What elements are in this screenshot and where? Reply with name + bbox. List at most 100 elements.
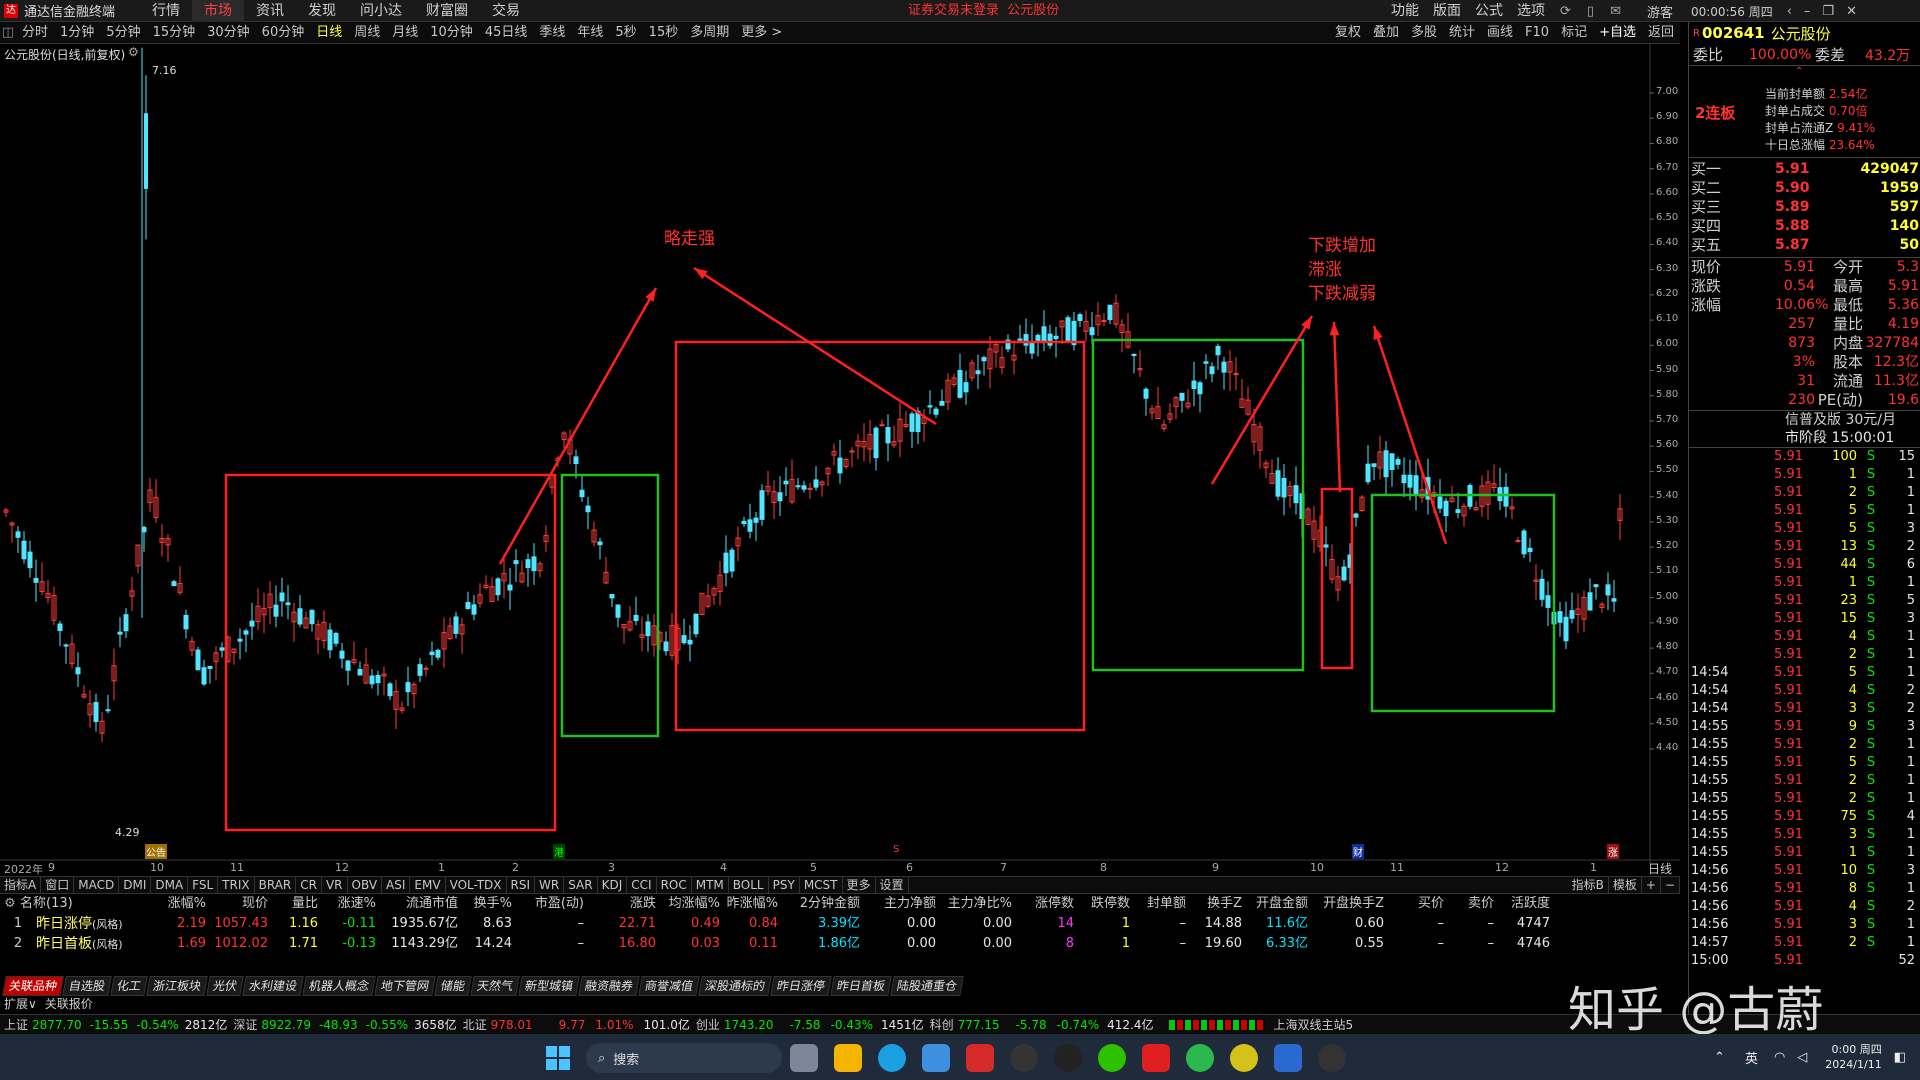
sector-tab[interactable]: 关联品种 [2,976,64,996]
table-header-cell[interactable]: 量比 [268,894,318,914]
bid-row[interactable]: 买四 5.88 140 [1689,217,1920,236]
promo-row[interactable]: 信普及版 30元/月 [1689,410,1920,429]
indicator-tab[interactable]: 指标A [0,876,42,894]
expand-icon[interactable]: ⌃ [1795,66,1803,77]
indicator-tab[interactable]: DMA [151,876,189,894]
tool-diejia[interactable]: 叠加 [1367,22,1405,44]
indicator-tab[interactable]: ROC [657,876,692,894]
menu-item-caifuquan[interactable]: 财富圈 [414,0,480,22]
sector-tab[interactable]: 水利建设 [242,976,304,996]
restore-icon[interactable]: ❐ [1822,4,1834,19]
tool-f10[interactable]: F10 [1519,22,1555,44]
menu-item-shichang[interactable]: 市场 [192,0,244,22]
refresh-icon[interactable]: ⟳ [1560,4,1571,19]
taskbar-search[interactable]: ⌕ 搜索 [586,1043,782,1073]
tick-row[interactable]: 5.91 44 S 6 [1689,556,1920,574]
tool-tongji[interactable]: 统计 [1443,22,1481,44]
indicator-tab[interactable]: ASI [382,876,411,894]
tick-row[interactable]: 5.91 1 S 1 [1689,466,1920,484]
table-header-cell[interactable]: 涨幅% [150,894,206,914]
table-header-cell[interactable]: 跌停数 [1074,894,1130,914]
bid-row[interactable]: 买五 5.87 50 [1689,236,1920,255]
table-header-cell[interactable]: 开盘换手Z [1308,894,1384,914]
sector-tab[interactable]: 机器人概念 [302,976,376,996]
table-header-cell[interactable]: 涨停数 [1012,894,1074,914]
subtab-expand[interactable]: 扩展∨ [0,995,41,1012]
table-header-cell[interactable]: 主力净比% [936,894,1012,914]
tick-list[interactable]: 5.91 100 S 15 5.91 1 S 1 5.91 2 S 1 5.91 5 S 1 5.91 5 S 3 5.… [1689,448,1920,970]
table-header-cell[interactable]: 封单额 [1130,894,1186,914]
indicator-tab[interactable]: RSI [507,876,536,894]
chart-canvas[interactable] [0,44,1680,864]
tick-row[interactable]: 14:55 5.91 3 S 1 [1689,826,1920,844]
file-explorer-icon[interactable] [834,1044,862,1072]
indicator-tab[interactable]: CCI [627,876,657,894]
indicator-right-tab[interactable]: 模板 [1609,876,1642,894]
marker-zhang[interactable]: 涨 [1607,844,1619,859]
indicator-tab[interactable]: MTM [692,876,729,894]
sector-tab[interactable]: 化工 [110,976,148,996]
blue-app-icon[interactable] [1274,1044,1302,1072]
table-header-cell[interactable]: 涨跌 [584,894,656,914]
period-5sec[interactable]: 5秒 [609,22,642,44]
table-header-cell[interactable]: 名称(13) [20,894,150,914]
panel-toggle-icon[interactable]: ◫ [0,25,16,40]
menu-gongneng[interactable]: 功能 [1384,0,1426,22]
table-row[interactable]: 2 昨日首板(风格) 1.69 1012.02 1.71 -0.13 1143.29亿 14.… [0,934,1680,954]
tdx-active-icon[interactable] [1142,1044,1170,1072]
indicator-right-tab[interactable]: 指标B [1568,876,1609,894]
table-header-cell[interactable]: 活跃度 [1494,894,1550,914]
table-header-cell[interactable]: 主力净额 [860,894,936,914]
tick-row[interactable]: 14:56 5.91 3 S 1 [1689,916,1920,934]
wechat-icon[interactable] [1098,1044,1126,1072]
notification-icon[interactable]: ◧ [1894,1050,1906,1065]
tick-row[interactable]: 14:55 5.91 5 S 1 [1689,754,1920,772]
indicator-tab[interactable]: 更多 [843,876,876,894]
indicator-tab[interactable]: 设置 [876,876,909,894]
sector-tab[interactable]: 陆股通重仓 [890,976,965,996]
table-header-cell[interactable]: 开盘金额 [1242,894,1308,914]
table-header-cell[interactable]: 换手% [458,894,512,914]
promo-text[interactable]: 信普及版 30元/月 [1785,411,1896,430]
sector-tab[interactable]: 昨日首板 [830,976,893,996]
indicator-tab[interactable]: MCST [800,876,843,894]
tick-row[interactable]: 14:55 5.91 75 S 4 [1689,808,1920,826]
tick-row[interactable]: 5.91 5 S 1 [1689,502,1920,520]
sector-tab[interactable]: 储能 [434,976,472,996]
bid-row[interactable]: 买三 5.89 597 [1689,198,1920,217]
period-5min[interactable]: 5分钟 [100,22,146,44]
minimize-icon[interactable]: – [1804,4,1811,19]
period-monthly[interactable]: 月线 [386,22,424,44]
tick-row[interactable]: 14:54 5.91 5 S 1 [1689,664,1920,682]
g-app-icon[interactable] [1010,1044,1038,1072]
marker-gang[interactable]: 港 [553,844,565,859]
cy-label[interactable]: 创业 [696,1016,720,1033]
indicator-tab[interactable]: FSL [188,876,219,894]
sector-tab[interactable]: 浙江板块 [146,976,208,996]
table-header-cell[interactable]: 均涨幅% [656,894,720,914]
qq2-icon[interactable] [1318,1044,1346,1072]
tool-zixuan[interactable]: +自选 [1593,22,1642,44]
subtab-related-quotes[interactable]: 关联报价 [41,995,97,1012]
tick-row[interactable]: 5.91 1 S 1 [1689,574,1920,592]
tick-row[interactable]: 5.91 13 S 2 [1689,538,1920,556]
user-label[interactable]: 游客 [1647,2,1673,21]
edge-browser-icon[interactable] [878,1044,906,1072]
speaker-icon[interactable]: ◁ [1797,1050,1807,1065]
menu-xuanxiang[interactable]: 选项 [1510,0,1552,22]
table-header-cell[interactable]: 2分钟金额 [778,894,860,914]
tick-row[interactable]: 14:54 5.91 4 S 2 [1689,682,1920,700]
indicator-tab[interactable]: TRIX [218,876,255,894]
menu-item-faxian[interactable]: 发现 [296,0,348,22]
table-header-cell[interactable]: 换手Z [1186,894,1242,914]
tray-clock[interactable]: 0:00 周四 2024/1/11 [1825,1042,1881,1072]
period-year[interactable]: 年线 [571,22,609,44]
table-header-cell[interactable]: 市盈(动) [512,894,584,914]
indicator-tab[interactable]: VR [322,876,348,894]
indicator-tab[interactable]: OBV [348,876,383,894]
table-header-cell[interactable]: 买价 [1384,894,1444,914]
bid-row[interactable]: 买一 5.91 429047 [1689,160,1920,179]
indicator-tab[interactable]: PSY [769,876,800,894]
sector-tab[interactable]: 天然气 [470,976,520,996]
menu-item-hangqing[interactable]: 行情 [140,0,192,22]
